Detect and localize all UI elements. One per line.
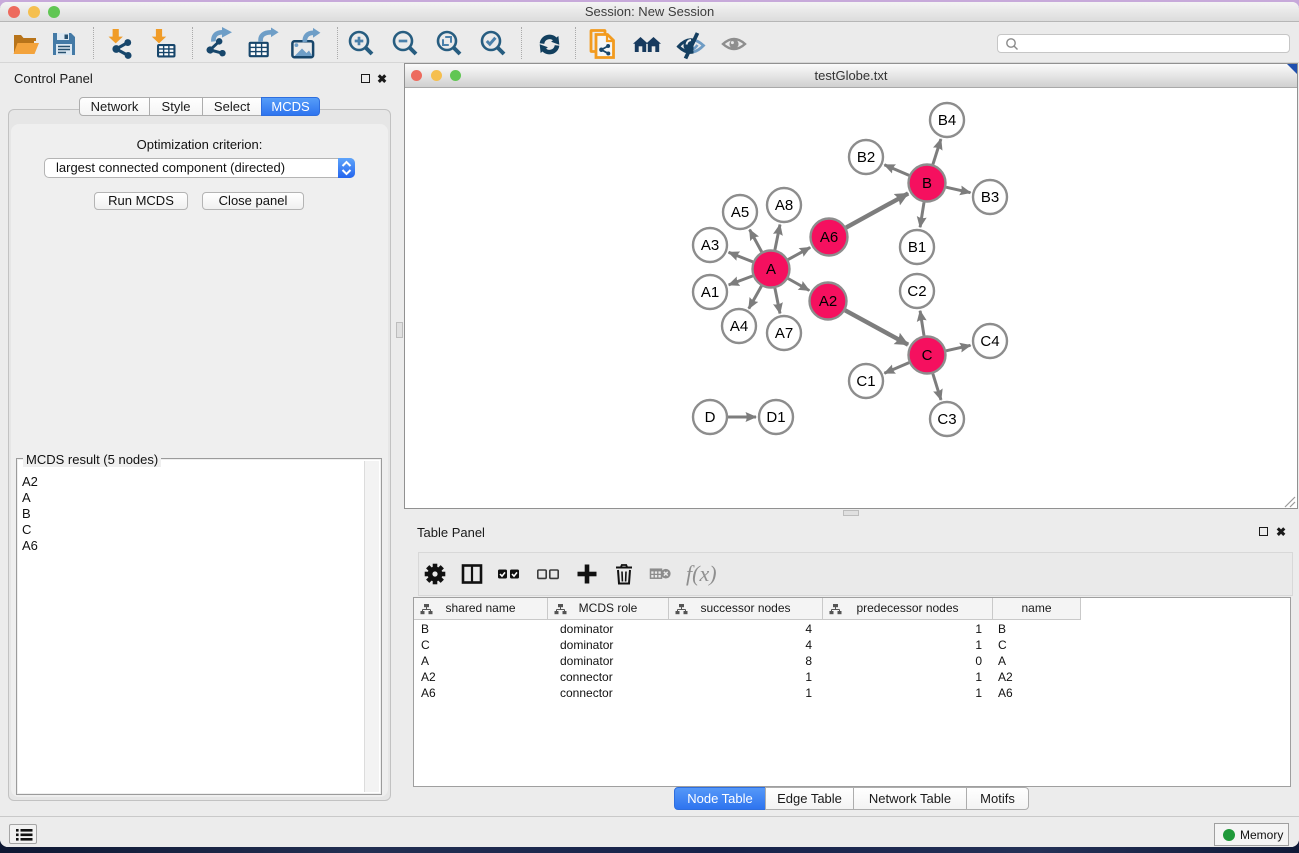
- svg-text:A1: A1: [701, 284, 719, 301]
- svg-text:D1: D1: [766, 409, 785, 426]
- svg-text:B4: B4: [938, 112, 956, 129]
- svg-text:A: A: [766, 261, 776, 278]
- svg-text:D: D: [705, 409, 716, 426]
- svg-text:A7: A7: [775, 325, 793, 342]
- svg-text:C: C: [922, 347, 933, 364]
- svg-text:C4: C4: [980, 333, 999, 350]
- svg-text:B2: B2: [857, 149, 875, 166]
- svg-text:C2: C2: [907, 283, 926, 300]
- svg-text:A5: A5: [731, 204, 749, 221]
- svg-text:C3: C3: [937, 411, 956, 428]
- svg-text:B3: B3: [981, 189, 999, 206]
- svg-text:B1: B1: [908, 239, 926, 256]
- svg-text:A3: A3: [701, 237, 719, 254]
- svg-text:A4: A4: [730, 318, 748, 335]
- svg-text:A8: A8: [775, 197, 793, 214]
- svg-text:A6: A6: [820, 229, 838, 246]
- svg-text:A2: A2: [819, 293, 837, 310]
- svg-text:B: B: [922, 175, 932, 192]
- svg-text:C1: C1: [856, 373, 875, 390]
